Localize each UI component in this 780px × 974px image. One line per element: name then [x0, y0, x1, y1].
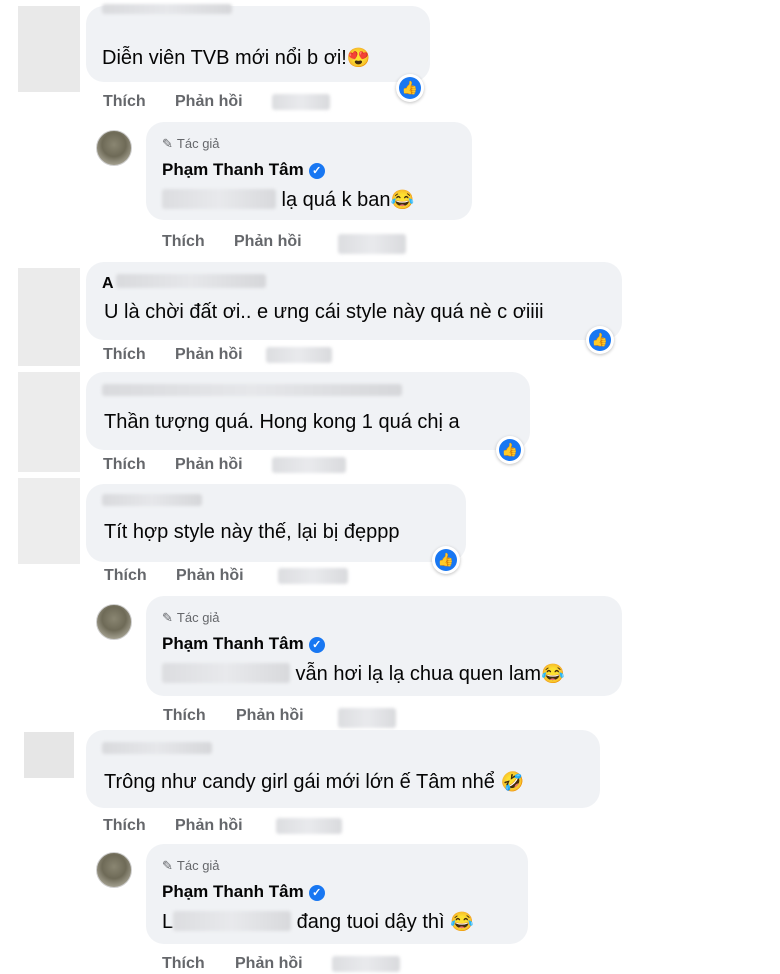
- commenter-name[interactable]: Phạm Thanh Tâm ✓: [162, 634, 325, 654]
- timestamp[interactable]: [266, 347, 332, 363]
- comment-bubble: Thần tượng quá. Hong kong 1 quá chị a: [86, 372, 530, 450]
- reply-button[interactable]: Phản hồi: [236, 706, 304, 726]
- comment-bubble: ✎ Tác giả Phạm Thanh Tâm ✓ vẫn hơi lạ lạ c…: [146, 596, 622, 696]
- commenter-name[interactable]: [102, 742, 212, 754]
- like-reaction[interactable]: 👍: [432, 546, 460, 574]
- emoji: 🤣: [500, 772, 525, 793]
- comment-text: lạ quá k ban😂: [162, 188, 414, 213]
- timestamp[interactable]: [272, 457, 346, 473]
- avatar[interactable]: [18, 372, 80, 472]
- commenter-name[interactable]: [102, 494, 202, 506]
- timestamp[interactable]: [338, 234, 406, 254]
- avatar[interactable]: [24, 732, 74, 778]
- like-button[interactable]: Thích: [104, 566, 147, 586]
- verified-check-icon: ✓: [308, 163, 325, 179]
- reply-button[interactable]: Phản hồi: [234, 232, 302, 252]
- like-button[interactable]: Thích: [103, 92, 146, 112]
- like-button[interactable]: Thích: [103, 345, 146, 365]
- thumbs-up-icon: 👍: [499, 439, 521, 461]
- comment-text: Thần tượng quá. Hong kong 1 quá chị a: [104, 411, 460, 433]
- like-button[interactable]: Thích: [103, 455, 146, 475]
- comment-bubble: Trông như candy girl gái mới lớn ế Tâm n…: [86, 730, 600, 808]
- like-button[interactable]: Thích: [103, 816, 146, 836]
- commenter-name-blur: [116, 274, 266, 288]
- reply-button[interactable]: Phản hồi: [175, 816, 243, 836]
- mentioned-name[interactable]: [162, 189, 276, 209]
- comment-bubble: A U là chời đất ơi.. e ưng cái style này…: [86, 262, 622, 340]
- avatar[interactable]: [96, 130, 132, 166]
- comment-bubble: ✎ Tác giả Phạm Thanh Tâm ✓ L đang tuoi dậy…: [146, 844, 528, 944]
- comment-text: vẫn hơi lạ lạ chua quen lam😂: [162, 662, 565, 687]
- pencil-icon: ✎: [162, 136, 173, 151]
- reply-button[interactable]: Phản hồi: [175, 92, 243, 112]
- mentioned-name[interactable]: [173, 911, 292, 931]
- avatar[interactable]: [96, 852, 132, 888]
- mentioned-name[interactable]: [162, 663, 290, 683]
- timestamp[interactable]: [276, 818, 342, 834]
- comment-bubble: ✎ Tác giả Phạm Thanh Tâm ✓ lạ quá k ban😂: [146, 122, 472, 220]
- timestamp[interactable]: [278, 568, 348, 584]
- reply-button[interactable]: Phản hồi: [176, 566, 244, 586]
- reply-button[interactable]: Phản hồi: [175, 345, 243, 365]
- thumbs-up-icon: 👍: [589, 329, 611, 351]
- like-reaction[interactable]: 👍: [496, 436, 524, 464]
- avatar[interactable]: [18, 268, 80, 366]
- comment-text: Tít hợp style này thế, lại bị đẹppp: [104, 521, 400, 543]
- timestamp[interactable]: [332, 956, 400, 972]
- verified-check-icon: ✓: [308, 637, 325, 653]
- comment-bubble: Tít hợp style này thế, lại bị đẹppp: [86, 484, 466, 562]
- author-badge: ✎ Tác giả: [162, 610, 220, 625]
- comment-text: Diễn viên TVB mới nổi b ơi!😍: [102, 47, 371, 69]
- avatar[interactable]: [96, 604, 132, 640]
- thumbs-up-icon: 👍: [399, 77, 421, 99]
- like-reaction[interactable]: 👍: [586, 326, 614, 354]
- avatar[interactable]: [18, 478, 80, 564]
- like-button[interactable]: Thích: [162, 954, 205, 974]
- commenter-name[interactable]: [102, 384, 402, 396]
- commenter-name[interactable]: Phạm Thanh Tâm ✓: [162, 882, 325, 902]
- commenter-name[interactable]: [102, 4, 232, 14]
- pencil-icon: ✎: [162, 610, 173, 625]
- comment-text: U là chời đất ơi.. e ưng cái style này q…: [104, 301, 544, 323]
- avatar[interactable]: [18, 6, 80, 92]
- emoji: 😂: [541, 664, 565, 685]
- timestamp[interactable]: [272, 94, 330, 110]
- timestamp[interactable]: [338, 708, 396, 728]
- emoji: 😂: [450, 912, 474, 933]
- like-reaction[interactable]: 👍: [396, 74, 424, 102]
- like-button[interactable]: Thích: [162, 232, 205, 252]
- emoji: 😂: [390, 190, 415, 211]
- comment-text: L đang tuoi dậy thì 😂: [162, 911, 474, 933]
- thumbs-up-icon: 👍: [435, 549, 457, 571]
- emoji: 😍: [346, 48, 371, 69]
- commenter-name[interactable]: Phạm Thanh Tâm ✓: [162, 160, 325, 180]
- verified-check-icon: ✓: [308, 885, 325, 901]
- like-button[interactable]: Thích: [163, 706, 206, 726]
- reply-button[interactable]: Phản hồi: [175, 455, 243, 475]
- pencil-icon: ✎: [162, 858, 173, 873]
- commenter-name[interactable]: A: [102, 274, 114, 294]
- author-badge: ✎ Tác giả: [162, 136, 220, 151]
- author-badge: ✎ Tác giả: [162, 858, 220, 873]
- comment-text: Trông như candy girl gái mới lớn ế Tâm n…: [104, 771, 525, 793]
- reply-button[interactable]: Phản hồi: [235, 954, 303, 974]
- comment-bubble: Diễn viên TVB mới nổi b ơi!😍: [86, 4, 430, 82]
